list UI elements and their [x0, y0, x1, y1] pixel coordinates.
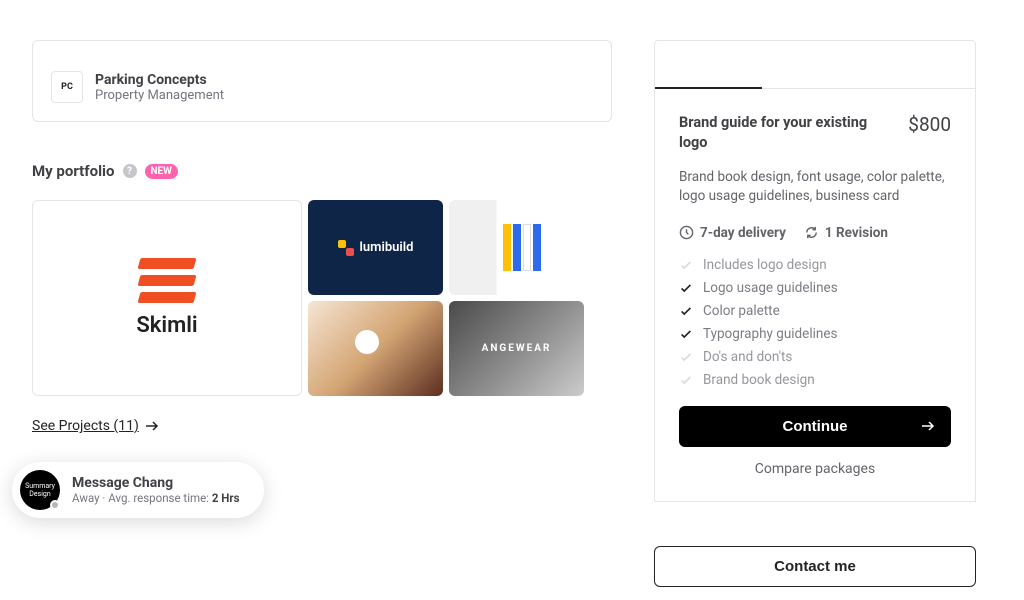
status-dot-icon	[50, 500, 60, 510]
package-tab-2[interactable]	[762, 41, 869, 89]
revisions-count: 1 Revision	[804, 225, 888, 241]
feature-row: Logo usage guidelines	[679, 280, 951, 296]
portfolio-thumb-4[interactable]	[308, 301, 443, 396]
package-title: Brand guide for your existing logo	[679, 113, 869, 154]
check-icon	[679, 258, 693, 272]
portfolio-title: My portfolio	[32, 162, 115, 180]
feature-row: Color palette	[679, 303, 951, 319]
chat-meta: Away · Avg. response time: 2 Hrs	[72, 491, 240, 505]
feature-row: Brand book design	[679, 372, 951, 388]
chat-title: Message Chang	[72, 475, 240, 491]
feature-row: Typography guidelines	[679, 326, 951, 342]
clients-card: Among my clients ? New PC Parking Concep…	[32, 40, 612, 122]
client-row: PC Parking Concepts Property Management	[51, 71, 593, 103]
feature-row: Do's and don'ts	[679, 349, 951, 365]
portfolio-header: My portfolio ? NEW	[32, 162, 612, 180]
portfolio-thumb-2[interactable]: lumibuild	[308, 200, 443, 295]
arrow-right-icon	[145, 421, 159, 431]
portfolio-brand-angewear: ANGEWEAR	[482, 343, 552, 354]
check-icon	[679, 350, 693, 364]
package-tab-1[interactable]	[655, 41, 762, 89]
compare-packages-link[interactable]: Compare packages	[679, 461, 951, 477]
check-icon	[679, 304, 693, 318]
continue-button[interactable]: Continue	[679, 406, 951, 447]
package-card: Brand guide for your existing logo $800 …	[654, 40, 976, 502]
package-price: $800	[908, 113, 951, 136]
new-badge: NEW	[145, 164, 178, 179]
portfolio-brand-skimli: Skimli	[136, 313, 197, 338]
contact-me-button[interactable]: Contact me	[654, 546, 976, 587]
portfolio-thumb-5[interactable]: ANGEWEAR	[449, 301, 584, 396]
portfolio-thumb-3[interactable]	[449, 200, 584, 295]
features-list: Includes logo design Logo usage guideline…	[679, 257, 951, 388]
client-logo: PC	[51, 71, 83, 103]
portfolio-grid: Skimli lumibuild ANGEWEAR	[32, 200, 612, 396]
portfolio-brand-lumibuild: lumibuild	[360, 240, 414, 255]
revisions-icon	[804, 225, 819, 240]
feature-row: Includes logo design	[679, 257, 951, 273]
help-icon[interactable]: ?	[123, 164, 137, 178]
avatar: Summary Design	[20, 470, 60, 510]
check-icon	[679, 373, 693, 387]
portfolio-thumb-main[interactable]: Skimli	[32, 200, 302, 396]
see-projects-link[interactable]: See Projects (11)	[32, 418, 159, 434]
package-tab-3[interactable]	[868, 41, 975, 89]
package-tabs	[655, 41, 975, 89]
clock-icon	[679, 225, 694, 240]
arrow-right-icon	[921, 421, 935, 431]
package-description: Brand book design, font usage, color pal…	[679, 168, 951, 207]
client-name: Parking Concepts	[95, 72, 224, 88]
client-desc: Property Management	[95, 88, 224, 103]
lumibuild-icon	[338, 240, 354, 256]
delivery-time: 7-day delivery	[679, 225, 786, 241]
check-icon	[679, 281, 693, 295]
check-icon	[679, 327, 693, 341]
message-seller-pill[interactable]: Summary Design Message Chang Away · Avg.…	[12, 462, 264, 518]
